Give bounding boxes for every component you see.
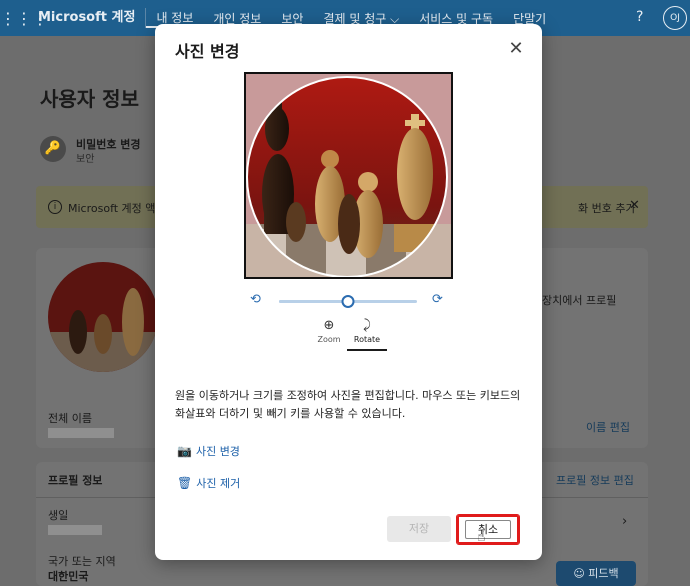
key-icon: 🔑	[40, 136, 66, 162]
account-avatar[interactable]: OJ	[663, 6, 687, 30]
trash-icon: 🗑	[177, 476, 193, 490]
camera-icon: 📷	[177, 444, 192, 458]
birth-label: 생일	[48, 509, 69, 522]
photo-crop-area[interactable]	[244, 72, 453, 279]
zoom-mode-button[interactable]: ⊕ Zoom	[309, 317, 349, 351]
brand-name[interactable]: Microsoft 계정	[32, 8, 147, 28]
change-password-sub: 보안	[76, 154, 95, 165]
full-name-label: 전체 이름	[48, 412, 92, 425]
zoom-slider-row: ⟲ ⟳	[250, 292, 450, 312]
save-button[interactable]: 저장	[387, 516, 451, 542]
feedback-button[interactable]: ☺ 피드백	[556, 561, 636, 586]
mouse-pointer-icon: ☝	[477, 529, 486, 545]
cancel-button[interactable]: 취소	[456, 514, 520, 545]
birth-value-redacted	[48, 525, 102, 535]
chevron-right-icon[interactable]: ›	[622, 514, 627, 529]
zoom-icon: ⊕	[323, 318, 335, 333]
full-name-value-redacted	[48, 428, 114, 438]
country-value: 대한민국	[48, 570, 89, 583]
zoom-slider-thumb[interactable]	[341, 295, 355, 308]
info-icon: i	[48, 200, 62, 214]
cancel-button-label: 취소	[465, 520, 511, 539]
change-photo-label: 사진 변경	[195, 445, 240, 458]
change-photo-link[interactable]: 📷 사진 변경	[177, 443, 240, 459]
zoom-mode-label: Zoom	[317, 335, 341, 344]
rotate-mode-button[interactable]: ⤸ Rotate	[347, 317, 387, 351]
dialog-title: 사진 변경	[175, 42, 240, 61]
notice-close-icon[interactable]: ✕	[629, 198, 640, 213]
profile-info-heading: 프로필 정보	[48, 474, 103, 487]
country-label: 국가 또는 지역	[48, 555, 116, 568]
rotate-icon: ⤸	[363, 318, 371, 333]
rotate-right-icon[interactable]: ⟳	[432, 292, 443, 307]
profile-info-edit-link[interactable]: 프로필 정보 편집	[556, 472, 634, 488]
profile-avatar	[48, 262, 158, 372]
notice-action-link[interactable]: 화 번호 추가	[578, 200, 636, 216]
page-title: 사용자 정보	[40, 87, 139, 111]
help-icon[interactable]: ?	[636, 9, 643, 25]
edit-instructions: 원을 이동하거나 크기를 조정하여 사진을 편집합니다. 마우스 또는 키보드의…	[175, 389, 521, 420]
zoom-slider-fill	[279, 300, 348, 303]
waffle-icon[interactable]: ⋮⋮⋮	[0, 9, 48, 28]
change-photo-dialog: 사진 변경 ✕ ⟲ ⟳ ⊕ Zoom ⤸ Rotate 원을 이동하거나 크기를…	[155, 24, 542, 560]
notice-text: Microsoft 계정 액	[68, 202, 156, 215]
profile-side-text: 장치에서 프로필	[542, 294, 617, 307]
zoom-slider[interactable]	[279, 295, 417, 308]
close-icon[interactable]: ✕	[505, 38, 527, 60]
remove-photo-label: 사진 제거	[196, 477, 241, 490]
remove-photo-link[interactable]: 🗑 사진 제거	[177, 475, 240, 491]
rotate-mode-label: Rotate	[353, 335, 381, 344]
rotate-left-icon[interactable]: ⟲	[250, 292, 261, 307]
photo-preview	[246, 74, 451, 277]
feedback-icon: ☺	[573, 567, 585, 580]
edit-name-link[interactable]: 이름 편집	[586, 419, 630, 435]
feedback-label: 피드백	[588, 567, 619, 580]
